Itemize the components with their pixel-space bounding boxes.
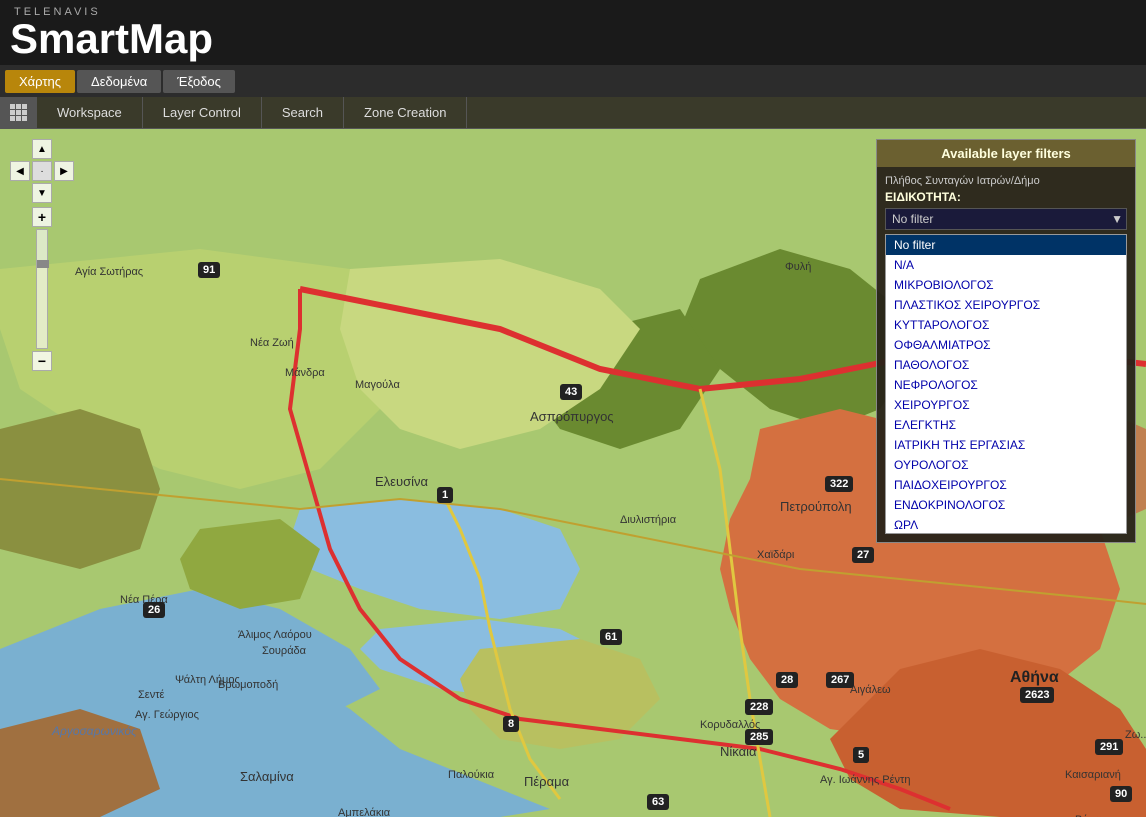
filter-list-item[interactable]: No filter [886,235,1126,255]
layer-panel-header: Available layer filters [877,140,1135,167]
filter-list-item[interactable]: ΝΕΦΡΟΛΟΓΟΣ [886,375,1126,395]
zoom-thumb [37,260,49,268]
map-marker[interactable]: 90 [1110,786,1132,802]
tab-layer-control[interactable]: Layer Control [143,97,262,128]
nav-arrow-row-bot: ▼ [10,183,74,203]
map-marker[interactable]: 27 [852,547,874,563]
eidikotita-label: ΕΙΔΙΚΟΤΗΤΑ: [885,190,1127,204]
nav-down-button[interactable]: ▼ [32,183,52,203]
nav-center-button[interactable]: · [32,161,52,181]
layer-panel: Available layer filters Πλήθος Συνταγών … [876,139,1136,543]
layer-panel-body: Πλήθος Συνταγών Ιατρών/Δήμο ΕΙΔΙΚΟΤΗΤΑ: … [877,167,1135,542]
map-marker[interactable]: 61 [600,629,622,645]
filter-list[interactable]: No filterΝ/ΑΜΙΚΡΟΒΙΟΛΟΓΟΣΠΛΑΣΤΙΚΟΣ ΧΕΙΡΟ… [885,234,1127,534]
grid-button[interactable] [0,97,37,128]
nav-arrow-row-mid: ◀ · ▶ [10,161,74,181]
map-container[interactable]: ▲ ◀ · ▶ ▼ + − ΦυλήΝέα ΖωήΜάνδραΜαγούλαΑσ… [0,129,1146,817]
filter-list-item[interactable]: ΧΕΙΡΟΥΡΓΟΣ [886,395,1126,415]
nav-dedomena[interactable]: Δεδομένα [77,70,161,93]
filter-select-wrapper: No filterΝ/ΑΜΙΚΡΟΒΙΟΛΟΓΟΣΠΛΑΣΤΙΚΟΣ ΧΕΙΡΟ… [885,208,1127,230]
map-marker[interactable]: 28 [776,672,798,688]
nav-arrow-row-top: ▲ [10,139,74,159]
nav-controls: ▲ ◀ · ▶ ▼ + − [10,139,74,371]
filter-list-item[interactable]: ΟΦΘΑΛΜΙΑΤΡΟΣ [886,335,1126,355]
logo: TELENAVIS SmartMap [10,6,213,60]
app-header: TELENAVIS SmartMap [0,0,1146,65]
nav-left-button[interactable]: ◀ [10,161,30,181]
zoom-track[interactable] [36,229,48,349]
filter-list-item[interactable]: ΙΑΤΡΙΚΗ ΤΗΣ ΕΡΓΑΣΙΑΣ [886,435,1126,455]
filter-select[interactable]: No filterΝ/ΑΜΙΚΡΟΒΙΟΛΟΓΟΣΠΛΑΣΤΙΚΟΣ ΧΕΙΡΟ… [885,208,1127,230]
tab-workspace[interactable]: Workspace [37,97,143,128]
nav-up-button[interactable]: ▲ [32,139,52,159]
map-marker[interactable]: 291 [1095,739,1123,755]
filter-label: Πλήθος Συνταγών Ιατρών/Δήμο [885,175,1127,187]
filter-list-item[interactable]: ΠΑΘΟΛΟΓΟΣ [886,355,1126,375]
filter-list-item[interactable]: ΜΙΚΡΟΒΙΟΛΟΓΟΣ [886,275,1126,295]
filter-list-item[interactable]: ΠΛΑΣΤΙΚΟΣ ΧΕΙΡΟΥΡΓΟΣ [886,295,1126,315]
filter-list-item[interactable]: ΕΝΔΟΚΡΙΝΟΛΟΓΟΣ [886,495,1126,515]
tab-zone-creation[interactable]: Zone Creation [344,97,467,128]
nav-right-button[interactable]: ▶ [54,161,74,181]
filter-list-item[interactable]: ΩΡΛ [886,515,1126,534]
map-marker[interactable]: 43 [560,384,582,400]
filter-list-item[interactable]: ΚΥΤΤΑΡΟΛΟΓΟΣ [886,315,1126,335]
nav-chartis[interactable]: Χάρτης [5,70,75,93]
map-marker[interactable]: 63 [647,794,669,810]
map-marker[interactable]: 267 [826,672,854,688]
map-marker[interactable]: 91 [198,262,220,278]
map-marker[interactable]: 2623 [1020,687,1054,703]
zoom-slider: + − [32,207,52,371]
filter-list-item[interactable]: ΕΛΕΓΚΤΗΣ [886,415,1126,435]
tab-search[interactable]: Search [262,97,344,128]
map-marker[interactable]: 5 [853,747,869,763]
nav-exodos[interactable]: Έξοδος [163,70,235,93]
filter-list-item[interactable]: Ν/Α [886,255,1126,275]
filter-list-item[interactable]: ΠΑΙΔΟΧΕΙΡΟΥΡΓΟΣ [886,475,1126,495]
map-marker[interactable]: 1 [437,487,453,503]
map-marker[interactable]: 322 [825,476,853,492]
grid-icon [10,104,27,121]
toolbar: Workspace Layer Control Search Zone Crea… [0,97,1146,129]
app-title: SmartMap [10,18,213,60]
map-marker[interactable]: 8 [503,716,519,732]
zoom-in-button[interactable]: + [32,207,52,227]
map-marker[interactable]: 26 [143,602,165,618]
navbar: Χάρτης Δεδομένα Έξοδος [0,65,1146,97]
zoom-out-button[interactable]: − [32,351,52,371]
map-marker[interactable]: 285 [745,729,773,745]
filter-list-item[interactable]: ΟΥΡΟΛΟΓΟΣ [886,455,1126,475]
map-marker[interactable]: 228 [745,699,773,715]
